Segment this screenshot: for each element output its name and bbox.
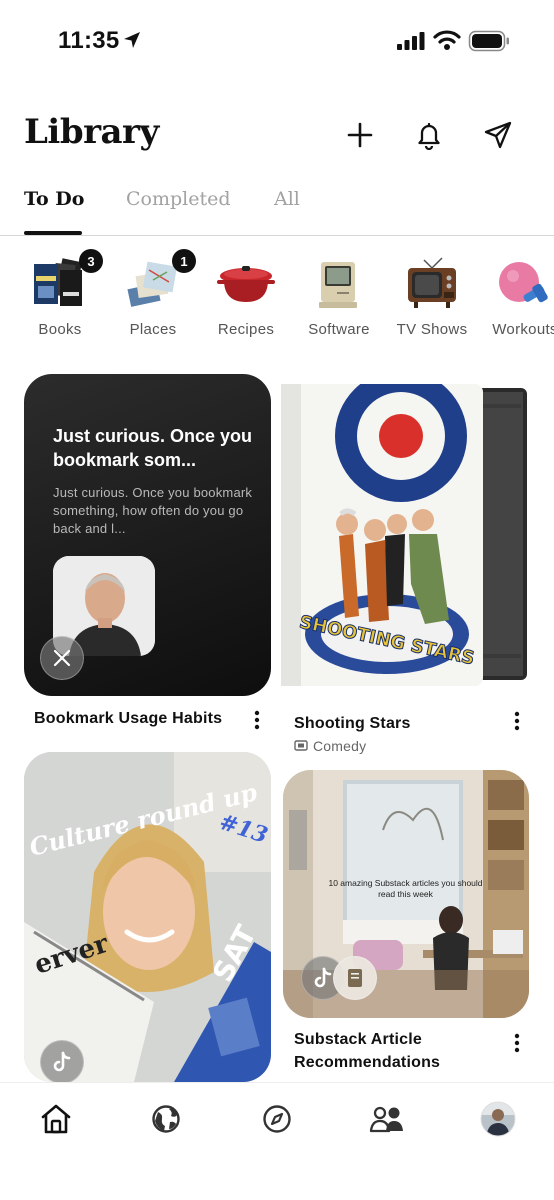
genre-label: Comedy <box>313 738 367 754</box>
tab-to-do[interactable]: To Do <box>24 188 84 210</box>
television-image <box>408 257 456 308</box>
card-subtitle: Comedy <box>294 738 366 754</box>
bottom-navigation <box>0 1082 554 1200</box>
content-type-badge <box>333 956 377 1000</box>
category-row: 3 Books 1 Places Recipes Software TV Sho… <box>0 246 554 346</box>
tiktok-icon <box>53 1051 71 1072</box>
category-tv-shows[interactable]: TV Shows <box>385 246 479 346</box>
more-vertical-icon <box>514 1033 520 1053</box>
category-label: Books <box>38 321 82 338</box>
category-recipes[interactable]: Recipes <box>199 246 293 346</box>
nav-profile-button[interactable] <box>478 1099 518 1139</box>
category-software[interactable]: Software <box>292 246 386 346</box>
computer-image <box>319 262 357 308</box>
category-label: Recipes <box>217 321 275 338</box>
books-count-badge: 3 <box>79 249 103 273</box>
home-icon <box>41 1104 71 1134</box>
more-options-button[interactable] <box>247 707 267 733</box>
tiktok-icon <box>314 967 332 988</box>
library-card-shooting-stars[interactable]: SHOOTING STARS Shooting Stars Comedy <box>281 384 531 764</box>
active-tab-indicator <box>24 231 82 235</box>
nav-home-button[interactable] <box>36 1099 76 1139</box>
profile-avatar <box>480 1101 516 1137</box>
battery-icon <box>468 30 509 52</box>
status-time: 11:35 <box>58 27 120 54</box>
share-button[interactable] <box>478 115 518 155</box>
kettlebell-image <box>499 262 548 303</box>
x-icon <box>53 649 71 667</box>
globe-icon <box>152 1105 180 1133</box>
notifications-button[interactable] <box>409 115 449 155</box>
compass-icon <box>263 1105 291 1133</box>
card-title: Bookmark Usage Habits <box>34 710 223 727</box>
category-books[interactable]: 3 Books <box>13 246 107 346</box>
location-arrow-icon <box>124 32 140 48</box>
page-title: Library <box>24 112 159 152</box>
post-excerpt: Just curious. Once you bookmark somethin… <box>53 485 253 536</box>
overlay-caption: 10 amazing Substack articles you should … <box>328 878 483 899</box>
dutch-oven-image <box>217 266 275 302</box>
more-vertical-icon <box>514 711 520 731</box>
vhs-cover-image[interactable]: SHOOTING STARS <box>281 384 531 686</box>
tab-all[interactable]: All <box>274 188 300 210</box>
more-options-button[interactable] <box>507 708 527 734</box>
places-count-badge: 1 <box>172 249 196 273</box>
tab-completed[interactable]: Completed <box>126 188 231 210</box>
send-icon <box>484 121 512 149</box>
bell-icon <box>418 122 440 150</box>
card-title: Shooting Stars <box>294 715 411 732</box>
library-card-substack[interactable]: 10 amazing Substack articles you should … <box>283 770 533 1082</box>
plus-icon <box>347 122 373 148</box>
category-label: Workouts <box>492 321 554 338</box>
video-thumbnail[interactable]: erver SAT Culture round up #13 <box>24 752 271 1082</box>
nav-explore-button[interactable] <box>146 1099 186 1139</box>
library-card-culture[interactable]: erver SAT Culture round up #13 <box>24 752 271 1084</box>
card-title-line1: Substack Article <box>294 1031 422 1048</box>
tv-icon <box>294 740 308 751</box>
source-tiktok-badge <box>40 1040 84 1084</box>
cellular-signal-icon <box>397 32 425 50</box>
more-options-button[interactable] <box>507 1030 527 1056</box>
people-icon <box>369 1106 403 1133</box>
category-label: Software <box>308 321 370 338</box>
wifi-icon <box>433 30 461 50</box>
add-button[interactable] <box>340 115 380 155</box>
category-label: Places <box>129 321 177 338</box>
nav-discover-button[interactable] <box>257 1099 297 1139</box>
library-card-bookmark[interactable]: Just curious. Once you bookmark som... J… <box>24 374 271 744</box>
library-tabs: To Do Completed All <box>0 178 554 236</box>
source-x-badge <box>40 636 84 680</box>
status-bar: 11:35 <box>0 0 554 84</box>
post-headline: Just curious. Once you bookmark som... <box>53 426 253 470</box>
category-workouts[interactable]: Workouts <box>478 246 554 346</box>
card-title-line2: Recommendations <box>294 1054 441 1071</box>
book-icon <box>348 969 362 987</box>
nav-friends-button[interactable] <box>367 1099 407 1139</box>
category-label: TV Shows <box>396 321 468 338</box>
culture-video-image: erver SAT Culture round up #13 <box>24 752 271 1082</box>
more-vertical-icon <box>254 710 260 730</box>
category-places[interactable]: 1 Places <box>106 246 200 346</box>
